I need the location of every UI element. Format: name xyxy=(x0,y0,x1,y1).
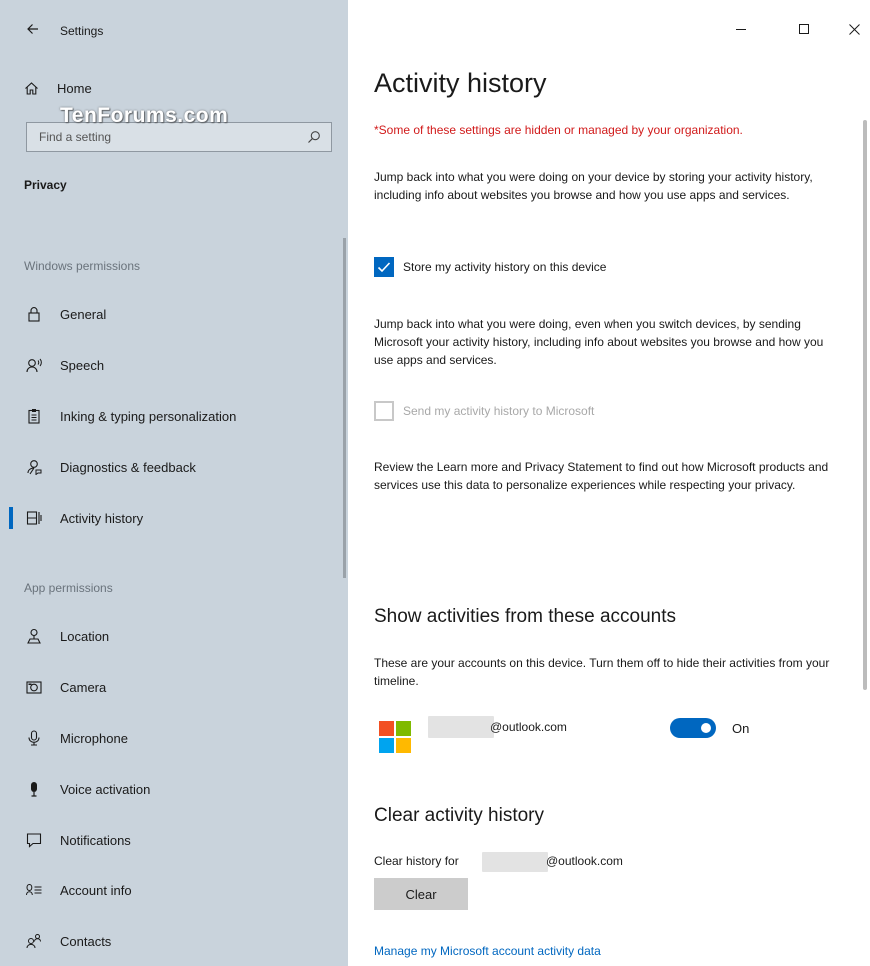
send-activity-checkbox-row: Send my activity history to Microsoft xyxy=(374,400,594,422)
sidebar-item-label: Contacts xyxy=(60,933,112,949)
search-button[interactable] xyxy=(307,130,321,144)
voice-activation-icon xyxy=(31,782,37,797)
clear-for-label: Clear history for xyxy=(374,854,459,868)
microphone-icon xyxy=(28,730,40,746)
lock-icon xyxy=(28,307,40,322)
timeline-icon xyxy=(26,511,42,525)
sidebar-item-voice-activation[interactable]: Voice activation xyxy=(0,769,342,809)
speech-icon xyxy=(26,358,42,373)
redacted-account-name xyxy=(428,716,494,738)
sidebar-item-label: Camera xyxy=(60,679,107,695)
home-icon xyxy=(25,81,38,95)
main-content: Activity history *Some of these settings… xyxy=(348,0,870,966)
review-text: Review the Learn more and Privacy Statem… xyxy=(374,460,829,492)
clear-section-title: Clear activity history xyxy=(374,805,544,826)
home-label: Home xyxy=(57,80,92,96)
notification-icon xyxy=(26,833,42,848)
sidebar-item-camera[interactable]: Camera xyxy=(0,667,342,707)
close-icon xyxy=(848,23,860,35)
feedback-icon xyxy=(27,460,42,475)
minimize-icon xyxy=(736,29,746,30)
section-label-privacy: Privacy xyxy=(24,178,67,192)
camera-icon xyxy=(26,681,42,694)
store-activity-checkbox-row[interactable]: Store my activity history on this device xyxy=(374,256,606,278)
sidebar-item-microphone[interactable]: Microphone xyxy=(0,718,342,758)
main-scrollbar[interactable] xyxy=(863,120,867,690)
intro-text: Jump back into what you were doing on yo… xyxy=(374,170,813,202)
managed-warning: *Some of these settings are hidden or ma… xyxy=(374,123,743,137)
watermark: TenForums.com xyxy=(60,104,229,127)
maximize-button[interactable] xyxy=(789,14,819,44)
sidebar-item-location[interactable]: Location xyxy=(0,616,342,656)
sidebar: Settings Home TenForums.com Privacy Wind… xyxy=(0,0,348,966)
sidebar-item-label: Speech xyxy=(60,357,105,373)
account-email: @outlook.com xyxy=(490,720,567,734)
checkmark-icon xyxy=(377,262,391,273)
account-info-icon xyxy=(26,883,42,896)
maximize-icon xyxy=(799,24,809,34)
group-heading-windows-permissions: Windows permissions xyxy=(24,259,141,273)
store-activity-label: Store my activity history on this device xyxy=(403,260,607,274)
app-title: Settings xyxy=(60,24,104,38)
minimize-button[interactable] xyxy=(726,14,756,44)
sidebar-item-label: Location xyxy=(60,628,110,644)
microsoft-logo-icon xyxy=(379,721,411,753)
sidebar-item-label: Activity history xyxy=(60,510,144,526)
search-icon xyxy=(308,131,320,143)
store-activity-checkbox[interactable] xyxy=(374,257,394,277)
sidebar-item-label: General xyxy=(60,306,107,322)
title-bar: Settings xyxy=(0,0,348,56)
clipboard-icon xyxy=(28,409,40,424)
sidebar-item-speech[interactable]: Speech xyxy=(0,345,342,385)
sidebar-item-general[interactable]: General xyxy=(0,294,342,334)
sidebar-item-label: Account info xyxy=(60,882,132,898)
sidebar-item-label: Voice activation xyxy=(60,781,151,797)
close-button[interactable] xyxy=(839,14,869,44)
sidebar-item-contacts[interactable]: Contacts xyxy=(0,921,342,961)
home-nav-item[interactable]: Home xyxy=(24,76,92,100)
contacts-icon xyxy=(26,934,41,949)
toggle-state-label: On xyxy=(732,721,750,736)
sidebar-item-label: Diagnostics & feedback xyxy=(60,459,196,475)
send-activity-label: Send my activity history to Microsoft xyxy=(403,404,595,418)
location-icon xyxy=(27,628,41,644)
toggle-knob xyxy=(701,723,711,733)
back-arrow-icon xyxy=(27,24,38,34)
sidebar-item-label: Inking & typing personalization xyxy=(60,408,237,424)
send-activity-text: Jump back into what you were doing, even… xyxy=(374,317,824,367)
accounts-section-title: Show activities from these accounts xyxy=(374,606,677,627)
settings-window: Settings Home TenForums.com Privacy Wind… xyxy=(0,0,870,966)
account-toggle[interactable] xyxy=(670,718,716,738)
sidebar-item-activity-history[interactable]: Activity history xyxy=(0,498,342,538)
redacted-account-name xyxy=(482,852,548,872)
sidebar-item-account-info[interactable]: Account info xyxy=(0,870,342,910)
sidebar-item-label: Notifications xyxy=(60,832,131,848)
send-activity-checkbox xyxy=(374,401,394,421)
clear-history-button[interactable]: Clear xyxy=(374,878,468,910)
group-heading-app-permissions: App permissions xyxy=(24,581,113,595)
account-row: @outlook.com On xyxy=(374,714,844,758)
sidebar-item-notifications[interactable]: Notifications xyxy=(0,820,342,860)
back-button[interactable] xyxy=(18,14,48,44)
sidebar-item-label: Microphone xyxy=(60,730,128,746)
sidebar-item-inking-typing[interactable]: Inking & typing personalization xyxy=(0,396,342,436)
sidebar-item-diagnostics-feedback[interactable]: Diagnostics & feedback xyxy=(0,447,342,487)
accounts-description: These are your accounts on this device. … xyxy=(374,656,830,688)
clear-account-email: @outlook.com xyxy=(546,854,623,868)
manage-account-activity-link[interactable]: Manage my Microsoft account activity dat… xyxy=(374,944,601,958)
page-title: Activity history xyxy=(374,68,547,98)
sidebar-scrollbar[interactable] xyxy=(343,238,346,578)
